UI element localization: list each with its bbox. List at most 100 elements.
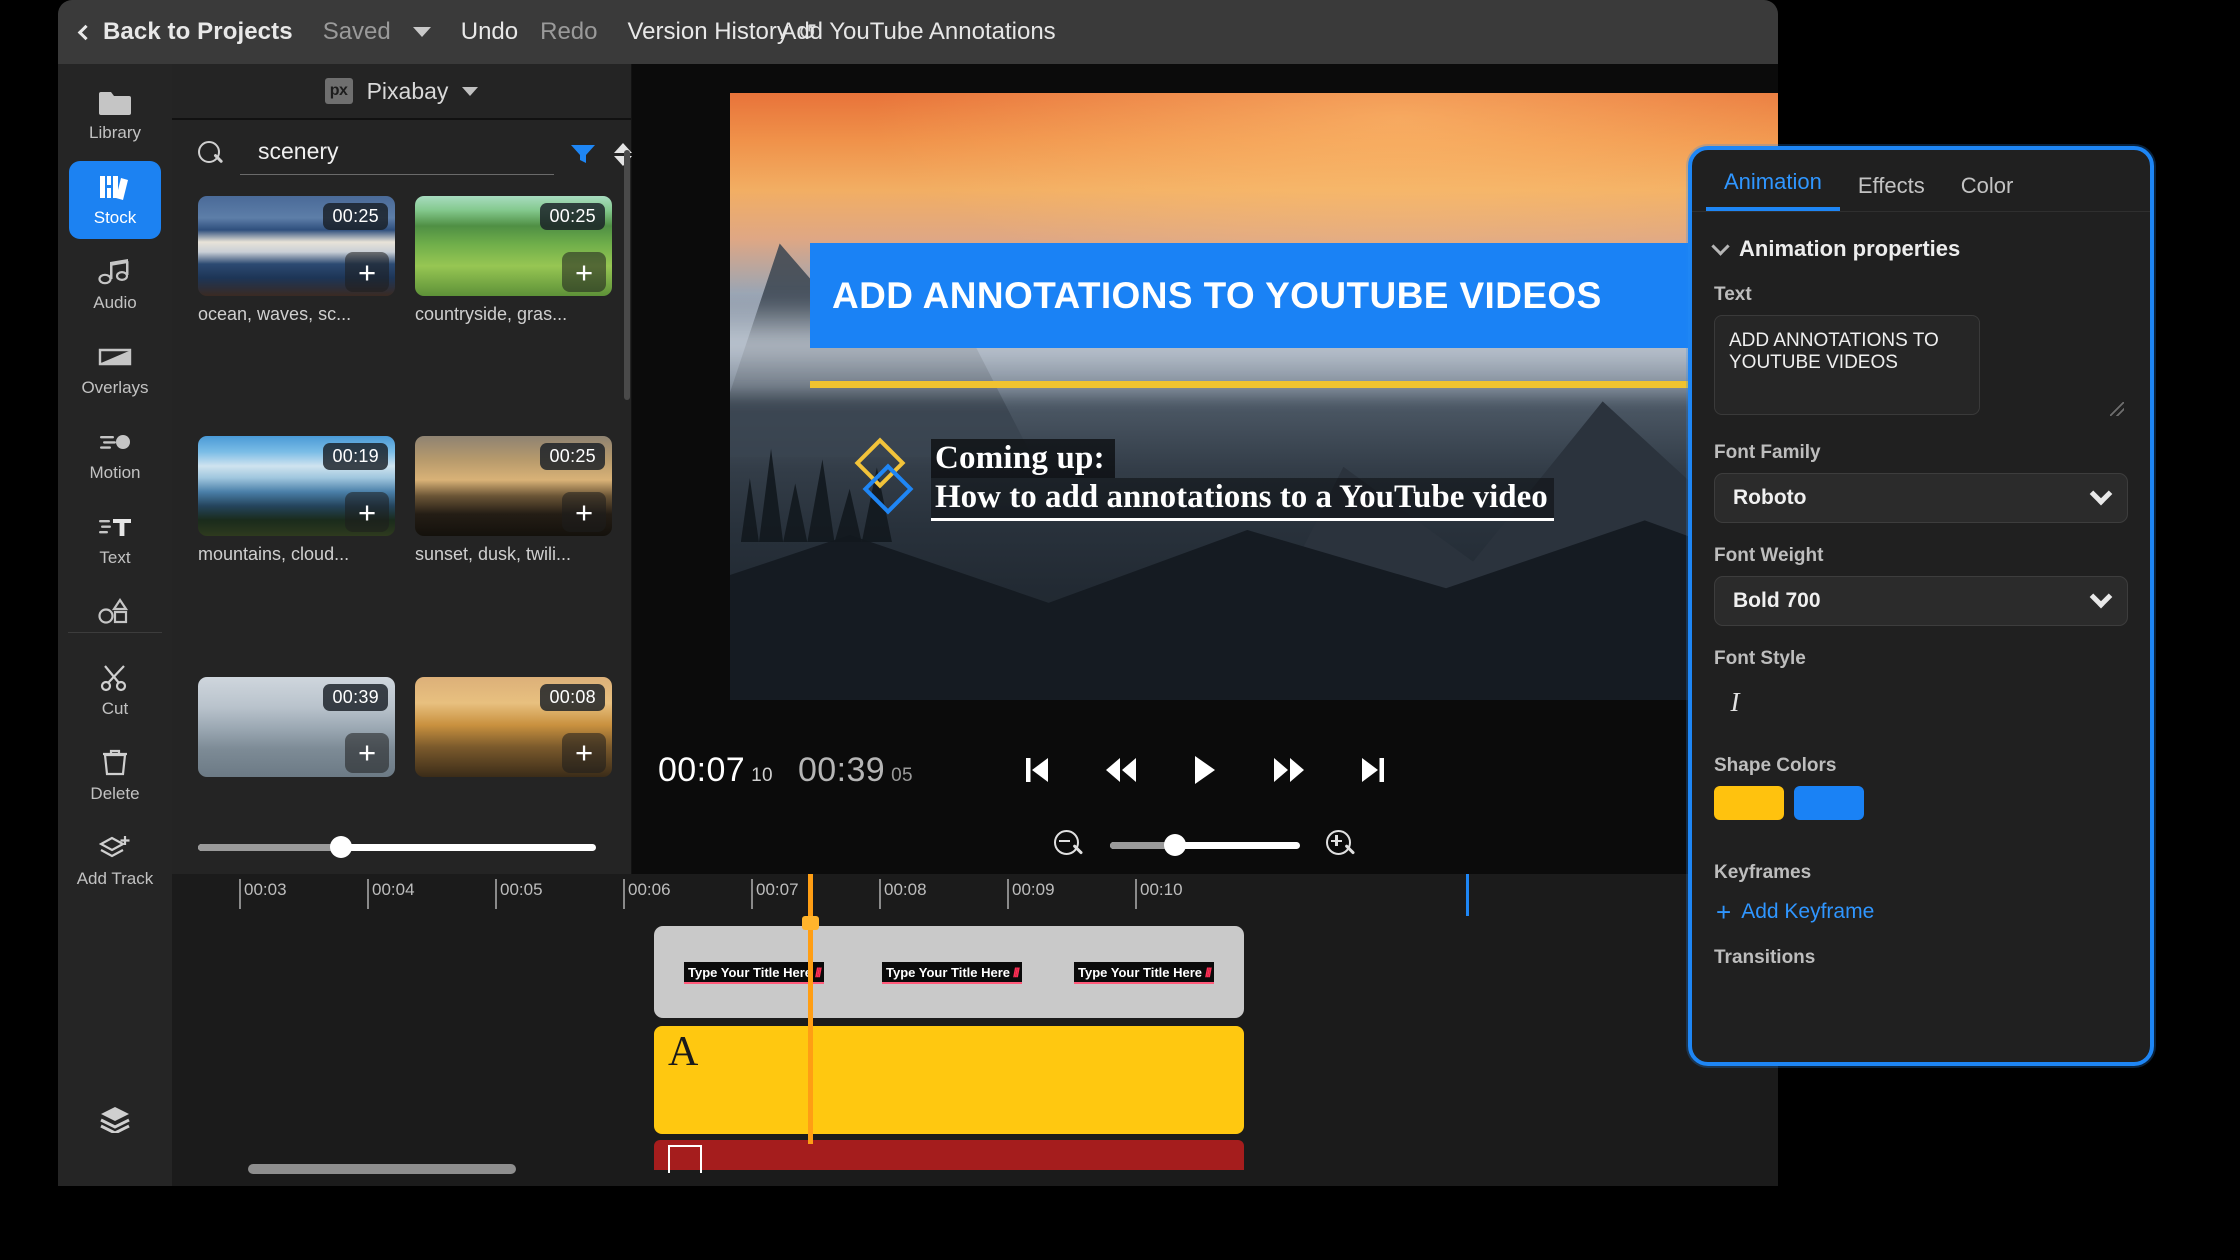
keyframes-label: Keyframes xyxy=(1692,820,2150,893)
stock-thumbnail-size-slider[interactable] xyxy=(172,832,632,862)
stock-source-name: Pixabay xyxy=(367,78,449,105)
video-canvas[interactable]: ADD ANNOTATIONS TO YOUTUBE VIDEOS Coming… xyxy=(730,93,1778,700)
add-to-timeline-button[interactable]: + xyxy=(562,252,606,292)
text-icon xyxy=(98,512,132,542)
back-to-projects-button[interactable]: Back to Projects xyxy=(80,18,293,46)
stock-results-grid[interactable]: 00:25 + ocean, waves, sc... 00:25 + coun… xyxy=(172,188,632,878)
ruler-tick: 00:10 xyxy=(1140,880,1183,900)
sidebar-item-audio[interactable]: Audio xyxy=(69,246,161,324)
timeline-clip-text[interactable]: A xyxy=(654,1026,1244,1134)
delete-tool-label: Delete xyxy=(90,784,139,804)
add-track-button[interactable]: Add Track xyxy=(69,822,161,900)
stock-panel-scrollbar[interactable] xyxy=(624,150,630,400)
sidebar-item-label: Audio xyxy=(93,293,136,313)
back-to-projects-label: Back to Projects xyxy=(103,18,293,46)
stock-result-item[interactable]: 00:19 + mountains, cloud... xyxy=(198,436,395,666)
ruler-tick: 00:03 xyxy=(244,880,287,900)
zoom-out-icon[interactable] xyxy=(1054,830,1084,860)
add-keyframe-button[interactable]: + Add Keyframe xyxy=(1692,893,2150,925)
version-history-button[interactable]: Version History ↺ xyxy=(628,18,818,46)
sidebar-item-motion[interactable]: Motion xyxy=(69,416,161,494)
lower-third-line1: Coming up: xyxy=(931,439,1115,478)
font-weight-select[interactable]: Bold 700 xyxy=(1714,576,2128,626)
play-button[interactable] xyxy=(1183,749,1227,791)
search-input[interactable] xyxy=(240,134,554,175)
tab-effects[interactable]: Effects xyxy=(1840,173,1943,211)
italic-icon[interactable]: I xyxy=(1718,685,1752,719)
stock-result-item[interactable]: 00:25 + ocean, waves, sc... xyxy=(198,196,395,426)
add-to-timeline-button[interactable]: + xyxy=(562,733,606,773)
pixabay-logo-icon: px xyxy=(325,78,353,104)
cut-tool-label: Cut xyxy=(102,699,128,719)
add-to-timeline-button[interactable]: + xyxy=(345,733,389,773)
sidebar-item-library[interactable]: Library xyxy=(69,76,161,154)
font-family-select[interactable]: Roboto xyxy=(1714,473,2128,523)
zoom-in-icon[interactable] xyxy=(1326,830,1356,860)
chevron-left-icon xyxy=(78,24,94,40)
delete-tool-button[interactable]: Delete xyxy=(69,737,161,815)
slider-knob[interactable] xyxy=(1164,834,1186,856)
sidebar-item-label: Overlays xyxy=(81,378,148,398)
timeline-ruler[interactable]: 00:03 00:04 00:05 00:06 00:07 00:08 00:0… xyxy=(172,874,1778,916)
title-chip: Type Your Title Here/// xyxy=(684,962,824,984)
layers-button[interactable] xyxy=(58,1104,172,1134)
preview-area: ADD ANNOTATIONS TO YOUTUBE VIDEOS Coming… xyxy=(632,64,1778,874)
sidebar-item-label: Text xyxy=(99,548,130,568)
timeline-zoom-slider[interactable] xyxy=(1110,842,1300,849)
font-family-value: Roboto xyxy=(1733,486,1806,510)
scrollbar-thumb[interactable] xyxy=(248,1164,516,1174)
sidebar-item-overlays[interactable]: Overlays xyxy=(69,331,161,409)
timeline-horizontal-scrollbar[interactable] xyxy=(172,1160,1778,1178)
filter-icon[interactable] xyxy=(570,143,596,165)
stock-search-row xyxy=(172,120,631,188)
tab-color[interactable]: Color xyxy=(1943,173,2032,211)
sort-icon[interactable] xyxy=(612,140,634,168)
text-track-glyph: A xyxy=(668,1028,698,1076)
redo-button[interactable]: Redo xyxy=(540,18,597,46)
lower-third-line2: How to add annotations to a YouTube vide… xyxy=(931,478,1554,521)
fast-forward-button[interactable] xyxy=(1267,749,1311,791)
saved-dropdown-button[interactable] xyxy=(413,27,431,37)
stock-source-selector[interactable]: px Pixabay xyxy=(172,64,631,120)
stock-books-icon xyxy=(98,172,132,202)
sidebar-item-text[interactable]: Text xyxy=(69,501,161,579)
playhead-handle[interactable] xyxy=(802,916,819,930)
stock-result-item[interactable]: 00:25 + sunset, dusk, twili... xyxy=(415,436,612,666)
chevron-down-icon xyxy=(1711,237,1729,255)
add-to-timeline-button[interactable]: + xyxy=(562,492,606,532)
rail-scroll-area[interactable]: Library Stock xyxy=(58,64,172,634)
text-field[interactable] xyxy=(1714,315,1980,415)
shape-color-swatch-2[interactable] xyxy=(1794,786,1864,820)
timeline-clip-title[interactable]: Type Your Title Here/// Type Your Title … xyxy=(654,926,1244,1018)
lower-third-overlay[interactable]: Coming up: How to add annotations to a Y… xyxy=(858,439,1554,521)
thumbnail-caption: ocean, waves, sc... xyxy=(198,304,395,325)
skip-to-start-button[interactable] xyxy=(1015,749,1059,791)
stock-result-item[interactable]: 00:25 + countryside, gras... xyxy=(415,196,612,426)
tab-animation[interactable]: Animation xyxy=(1706,169,1840,211)
add-to-timeline-button[interactable]: + xyxy=(345,252,389,292)
chevron-down-icon xyxy=(413,27,431,37)
shape-colors-label: Shape Colors xyxy=(1692,719,2150,786)
shape-color-swatch-1[interactable] xyxy=(1714,786,1784,820)
slider-track[interactable] xyxy=(198,844,596,851)
sidebar-item-stock[interactable]: Stock xyxy=(69,161,161,239)
thumbnail-image: 00:19 + xyxy=(198,436,395,536)
sidebar-item-shapes[interactable]: Shapes xyxy=(69,586,161,634)
skip-to-end-button[interactable] xyxy=(1351,749,1395,791)
left-rail: Library Stock xyxy=(58,64,172,1186)
sidebar-item-label: Library xyxy=(89,123,141,143)
yellow-rule-overlay xyxy=(810,381,1740,388)
thumbnail-caption: mountains, cloud... xyxy=(198,544,395,565)
rewind-button[interactable] xyxy=(1099,749,1143,791)
rail-tools: Cut Delete xyxy=(58,642,172,907)
timeline-playhead[interactable] xyxy=(808,874,813,1144)
undo-button[interactable]: Undo xyxy=(461,18,518,46)
thumbnail-image: 00:25 + xyxy=(415,436,612,536)
slider-knob[interactable] xyxy=(330,836,352,858)
cut-tool-button[interactable]: Cut xyxy=(69,652,161,730)
ruler-tick: 00:09 xyxy=(1012,880,1055,900)
animation-properties-section-header[interactable]: Animation properties xyxy=(1692,212,2150,262)
title-banner-overlay[interactable]: ADD ANNOTATIONS TO YOUTUBE VIDEOS xyxy=(810,243,1740,348)
font-style-label: Font Style xyxy=(1692,626,2150,679)
add-to-timeline-button[interactable]: + xyxy=(345,492,389,532)
